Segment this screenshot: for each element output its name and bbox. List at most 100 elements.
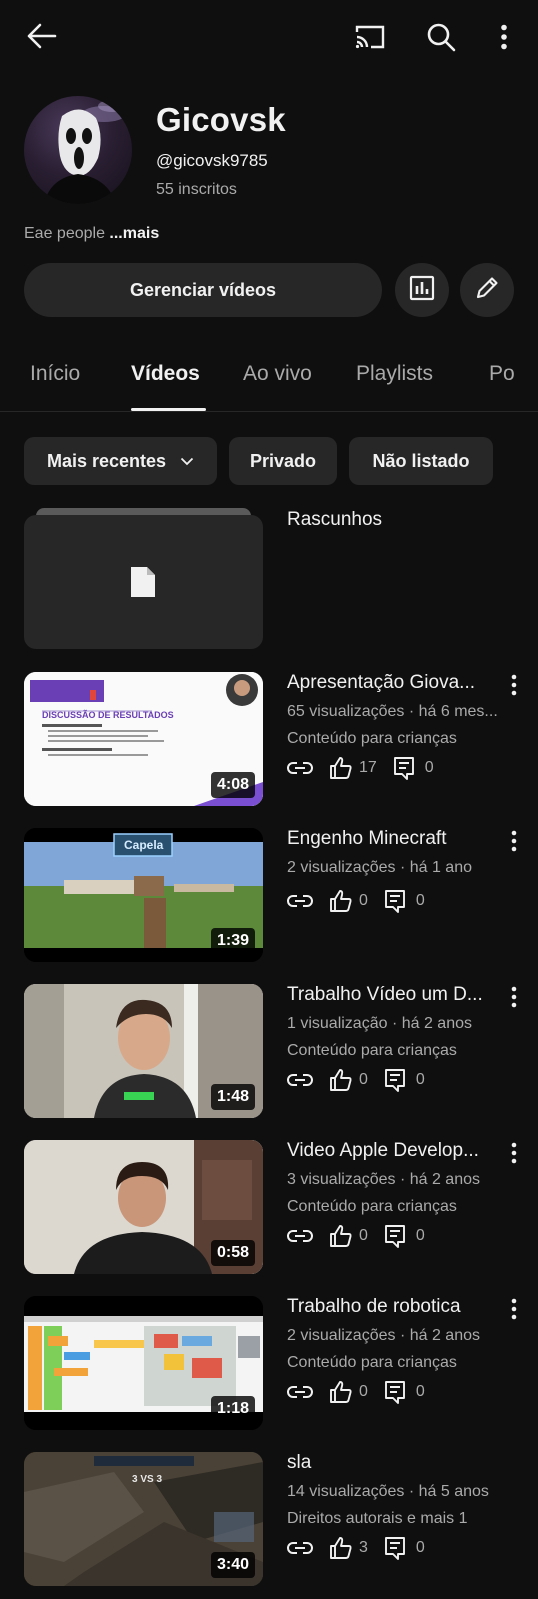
comment-icon	[384, 1380, 406, 1404]
more-vert-icon[interactable]	[494, 18, 514, 56]
drafts-label[interactable]: Rascunhos	[287, 509, 382, 531]
likes-stat: 17	[329, 756, 377, 780]
video-more-icon[interactable]	[504, 674, 524, 700]
link-icon[interactable]	[287, 894, 313, 908]
thumbs-up-icon	[329, 889, 353, 913]
filter-chip-private[interactable]: Privado	[229, 437, 337, 485]
sort-chip-recent[interactable]: Mais recentes	[24, 437, 217, 485]
comments-stat: 0	[384, 889, 425, 913]
manage-videos-button[interactable]: Gerenciar vídeos	[24, 263, 382, 317]
video-thumbnail[interactable]: 3 VS 3 3:40	[24, 1452, 263, 1586]
video-item[interactable]: 0:58 Video Apple Develop... 3 visualizaç…	[0, 1140, 538, 1274]
thumbs-up-icon	[329, 1068, 353, 1092]
back-arrow-icon[interactable]	[22, 18, 62, 54]
likes-stat: 0	[329, 1224, 368, 1248]
comments-stat: 0	[393, 756, 434, 780]
likes-count: 0	[359, 1383, 368, 1400]
channel-handle: @gicovsk9785	[156, 151, 268, 170]
channel-avatar	[24, 96, 132, 204]
video-thumbnail[interactable]: 1:18	[24, 1296, 263, 1430]
video-more-icon[interactable]	[504, 1142, 524, 1168]
video-title[interactable]: Engenho Minecraft	[287, 828, 492, 850]
tab-ao-vivo[interactable]: Ao vivo	[243, 362, 312, 386]
search-icon[interactable]	[422, 18, 460, 56]
thumbs-up-icon	[329, 1224, 353, 1248]
tab-posts[interactable]: Po	[489, 362, 515, 386]
comment-icon	[384, 1068, 406, 1092]
comments-stat: 0	[384, 1536, 425, 1560]
likes-count: 17	[359, 759, 377, 776]
video-title[interactable]: Trabalho de robotica	[287, 1296, 492, 1318]
video-more-icon[interactable]	[504, 986, 524, 1012]
video-audience: Conteúdo para crianças	[287, 1042, 457, 1059]
video-thumbnail[interactable]: Capela 1:39	[24, 828, 263, 962]
video-views-age: 2 visualizações · há 1 ano	[287, 859, 472, 876]
comments-stat: 0	[384, 1224, 425, 1248]
edit-channel-button[interactable]	[460, 263, 514, 317]
video-stats: 0 0	[287, 1222, 425, 1250]
video-item[interactable]: DISCUSSÃO DE RESULTADOS 4:08 Apresentaçã…	[0, 672, 538, 806]
comments-count: 0	[415, 1227, 425, 1244]
comments-count: 0	[415, 1383, 425, 1400]
video-stats: 0 0	[287, 1378, 425, 1406]
video-duration: 0:58	[210, 1240, 255, 1266]
video-views-age: 1 visualização · há 2 anos	[287, 1015, 472, 1032]
channel-description[interactable]: Eae people ...mais	[24, 225, 159, 243]
video-thumbnail[interactable]: 1:48	[24, 984, 263, 1118]
video-title[interactable]: Trabalho Vídeo um D...	[287, 984, 492, 1006]
filter-chip-unlisted[interactable]: Não listado	[349, 437, 493, 485]
link-icon[interactable]	[287, 1073, 313, 1087]
thumbs-up-icon	[329, 1536, 353, 1560]
link-icon[interactable]	[287, 1385, 313, 1399]
description-text: Eae people	[24, 225, 110, 242]
video-item[interactable]: 1:48 Trabalho Vídeo um D... 1 visualizaç…	[0, 984, 538, 1118]
video-thumbnail[interactable]: 0:58	[24, 1140, 263, 1274]
video-views-age: 2 visualizações · há 2 anos	[287, 1327, 480, 1344]
tab-playlists[interactable]: Playlists	[356, 362, 433, 386]
link-icon[interactable]	[287, 761, 313, 775]
video-duration: 1:39	[210, 928, 255, 954]
game-score-text: 3 VS 3	[132, 1474, 163, 1485]
video-audience: Conteúdo para crianças	[287, 730, 457, 747]
video-title[interactable]: Apresentação Giova...	[287, 672, 492, 694]
active-tab-indicator	[131, 408, 206, 411]
video-thumbnail[interactable]: DISCUSSÃO DE RESULTADOS 4:08	[24, 672, 263, 806]
channel-tabs: Início Vídeos Ao vivo Playlists Po	[0, 348, 538, 412]
video-duration: 3:40	[210, 1552, 255, 1578]
thumbs-up-icon	[329, 1380, 353, 1404]
link-icon[interactable]	[287, 1229, 313, 1243]
video-title[interactable]: Video Apple Develop...	[287, 1140, 492, 1162]
minecraft-sign-text: Capela	[124, 838, 164, 852]
video-item[interactable]: Capela 1:39 Engenho Minecraft 2 visualiz…	[0, 828, 538, 962]
likes-count: 0	[359, 892, 368, 909]
analytics-button[interactable]	[395, 263, 449, 317]
video-stats: 3 0	[287, 1534, 425, 1562]
video-audience: Conteúdo para crianças	[287, 1354, 457, 1371]
channel-name: Gicovsk	[156, 101, 286, 138]
video-more-icon[interactable]	[504, 830, 524, 856]
cast-icon[interactable]	[350, 20, 390, 54]
document-icon	[131, 567, 155, 602]
sort-chip-label: Mais recentes	[46, 450, 167, 471]
comments-count: 0	[424, 759, 434, 776]
pencil-icon	[474, 275, 500, 306]
video-title[interactable]: sla	[287, 1452, 492, 1474]
slide-title-text: DISCUSSÃO DE RESULTADOS	[42, 710, 174, 720]
top-app-bar	[0, 0, 538, 72]
comments-stat: 0	[384, 1068, 425, 1092]
video-item[interactable]: 1:18 Trabalho de robotica 2 visualizaçõe…	[0, 1296, 538, 1430]
tab-inicio[interactable]: Início	[30, 362, 80, 386]
likes-stat: 0	[329, 1068, 368, 1092]
subscriber-count: 55 inscritos	[156, 181, 237, 198]
link-icon[interactable]	[287, 1541, 313, 1555]
video-duration: 4:08	[210, 772, 255, 798]
video-views-age: 3 visualizações · há 2 anos	[287, 1171, 480, 1188]
video-views-age: 14 visualizações · há 5 anos	[287, 1483, 489, 1500]
video-stats: 17 0	[287, 754, 434, 782]
description-more-link[interactable]: ...mais	[109, 225, 159, 242]
video-more-icon[interactable]	[504, 1298, 524, 1324]
tab-videos[interactable]: Vídeos	[131, 362, 200, 386]
video-item[interactable]: 3 VS 3 3:40 sla 14 visualizações · há 5 …	[0, 1452, 538, 1586]
video-audience: Conteúdo para crianças	[287, 1198, 457, 1215]
drafts-thumbnail[interactable]	[24, 515, 263, 649]
